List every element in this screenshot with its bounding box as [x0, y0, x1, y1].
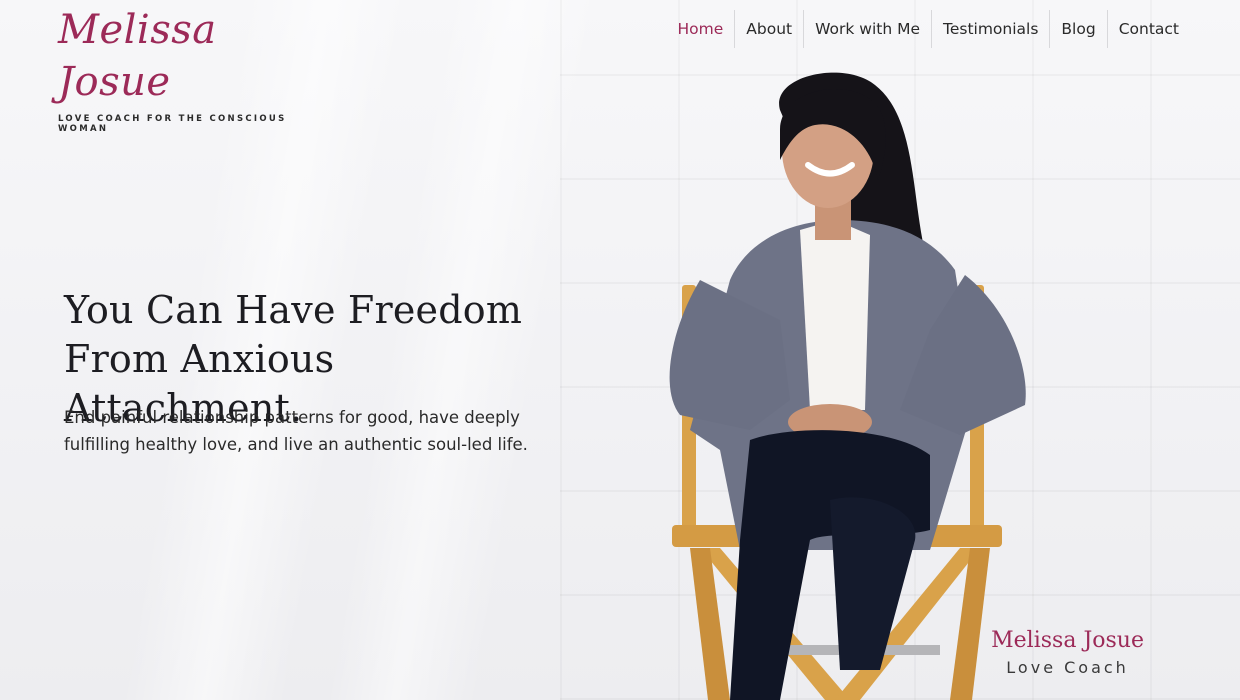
- logo-tagline: LOVE COACH FOR THE CONSCIOUS WOMAN: [58, 114, 287, 134]
- nav-work-with-me[interactable]: Work with Me: [804, 10, 931, 48]
- signature-name: Melissa Josue: [991, 628, 1144, 653]
- nav-home[interactable]: Home: [666, 10, 734, 48]
- site-logo[interactable]: Melissa Josue LOVE COACH FOR THE CONSCIO…: [58, 4, 328, 134]
- coach-portrait-photo: [669, 72, 1026, 700]
- hero-headline-line-1: You Can Have Freedom: [64, 288, 523, 332]
- hero-subheadline: End painful relationship patterns for go…: [64, 404, 544, 458]
- main-navigation: Home About Work with Me Testimonials Blo…: [666, 10, 1190, 48]
- nav-blog[interactable]: Blog: [1050, 10, 1106, 48]
- signature-block: Melissa Josue Love Coach: [991, 626, 1144, 680]
- nav-contact[interactable]: Contact: [1108, 10, 1190, 48]
- logo-script-text: Melissa Josue: [58, 7, 217, 105]
- nav-about[interactable]: About: [735, 10, 803, 48]
- hero-subheadline-line-1: End painful relationship patterns for go…: [64, 408, 520, 427]
- hero-subheadline-line-2: fulfilling healthy love, and live an aut…: [64, 435, 528, 454]
- nav-testimonials[interactable]: Testimonials: [932, 10, 1049, 48]
- signature-role: Love Coach: [1006, 658, 1129, 677]
